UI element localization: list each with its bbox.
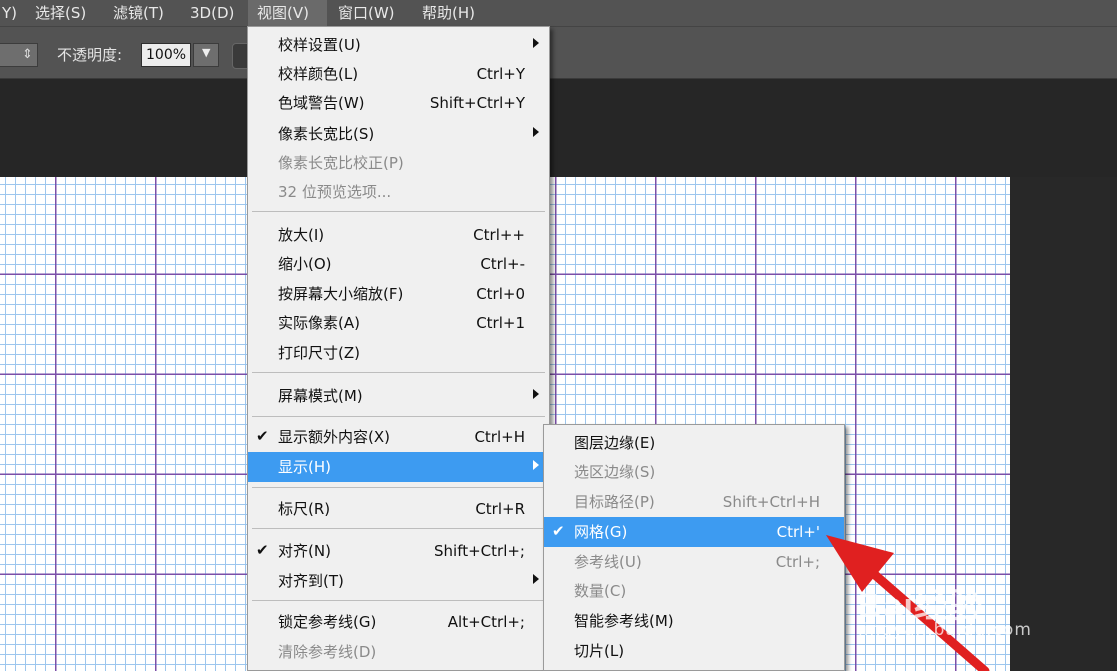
watermark-site: jingyan.baidu.com <box>858 620 1032 640</box>
annotation-arrow-icon <box>826 535 990 671</box>
baidu-watermark: Bai经验 jingyan.baidu.com <box>858 578 1031 640</box>
